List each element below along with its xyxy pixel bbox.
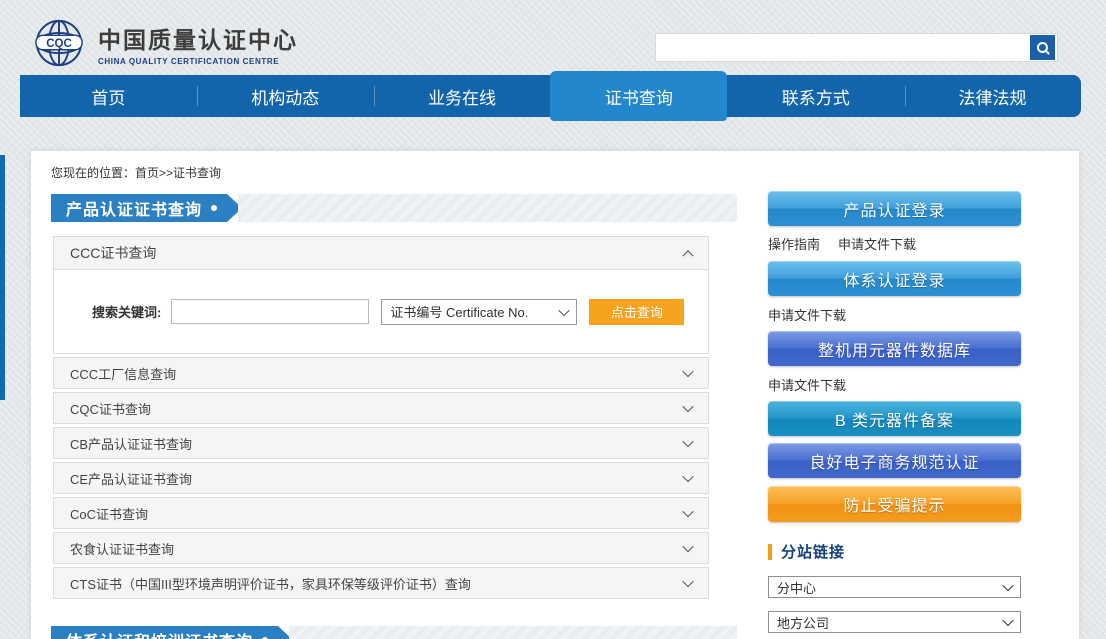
breadcrumb-home-link[interactable]: 首页 <box>135 166 159 180</box>
search-input[interactable] <box>656 34 1030 61</box>
product-query-title: 产品认证证书查询 <box>66 196 202 220</box>
chevron-down-icon <box>682 471 693 482</box>
certificate-query-accordion: CCC证书查询 搜索关键词: 证书编号 Certificate No. 点击查询… <box>53 236 709 599</box>
accordion-label: CCC工厂信息查询 <box>70 364 176 383</box>
certificate-field-select[interactable]: 证书编号 Certificate No. <box>381 299 577 325</box>
accordion-item-cb[interactable]: CB产品认证证书查询 <box>53 427 709 459</box>
site-logo[interactable]: CQC 中国质量认证中心 CHINA QUALITY CERTIFICATION… <box>30 18 298 68</box>
chevron-down-icon <box>682 436 693 447</box>
nav-divider <box>905 86 906 106</box>
product-query-title-tag: 产品认证证书查询 <box>51 194 227 222</box>
accordion-label: CQC证书查询 <box>70 399 151 418</box>
download-files-link[interactable]: 申请文件下载 <box>768 305 846 324</box>
accordion-label: CTS证书（中国III型环境声明评价证书，家具环保等级评价证书）查询 <box>70 574 471 593</box>
search-icon <box>1036 41 1049 54</box>
banner-dot-icon <box>211 205 217 211</box>
orange-bar-icon <box>768 544 772 560</box>
accordion-item-cqc[interactable]: CQC证书查询 <box>53 392 709 424</box>
local-company-value: 地方公司 <box>777 613 829 632</box>
branch-center-select[interactable]: 分中心 <box>768 576 1021 598</box>
site-title-en: CHINA QUALITY CERTIFICATION CENTRE <box>98 57 298 66</box>
operation-guide-link[interactable]: 操作指南 <box>768 234 820 253</box>
breadcrumb: 您现在的位置：首页>>证书查询 <box>51 164 221 181</box>
main-nav: 首页 机构动态 业务在线 证书查询 联系方式 法律法规 <box>20 75 1081 117</box>
certificate-field-value: 证书编号 Certificate No. <box>390 302 528 321</box>
banner-stripe <box>238 194 737 222</box>
system-query-title-tag: 体系认证和培训证书查询 <box>51 626 278 639</box>
keyword-label: 搜索关键词: <box>92 302 161 321</box>
components-database-button[interactable]: 整机用元器件数据库 <box>768 331 1021 366</box>
accordion-item-ccc-expanded[interactable]: CCC证书查询 <box>53 236 709 270</box>
ccc-search-form: 搜索关键词: 证书编号 Certificate No. 点击查询 <box>53 270 709 354</box>
accordion-label: CCC证书查询 <box>70 243 156 263</box>
nav-item-home[interactable]: 首页 <box>20 75 197 117</box>
local-company-select[interactable]: 地方公司 <box>768 611 1021 633</box>
product-login-button[interactable]: 产品认证登录 <box>768 191 1021 226</box>
nav-divider <box>197 86 198 106</box>
keyword-input[interactable] <box>171 299 369 324</box>
accordion-item-ccc-factory[interactable]: CCC工厂信息查询 <box>53 357 709 389</box>
download-files-link[interactable]: 申请文件下载 <box>838 234 916 253</box>
left-accent-strip <box>0 155 5 400</box>
fraud-alert-button[interactable]: 防止受骗提示 <box>768 486 1021 522</box>
accordion-label: CoC证书查询 <box>70 504 148 523</box>
nav-divider <box>374 86 375 106</box>
system-query-title: 体系认证和培训证书查询 <box>66 628 253 639</box>
breadcrumb-prefix: 您现在的位置： <box>51 166 135 180</box>
header-search <box>655 33 1058 62</box>
class-b-components-button[interactable]: B 类元器件备案 <box>768 401 1021 436</box>
accordion-item-ce[interactable]: CE产品认证证书查询 <box>53 462 709 494</box>
nav-item-contact[interactable]: 联系方式 <box>727 75 904 117</box>
system-query-banner: 体系认证和培训证书查询 <box>51 626 737 639</box>
chevron-down-icon <box>682 541 693 552</box>
content-panel: 您现在的位置：首页>>证书查询 产品认证证书查询 CCC证书查询 搜索关键词: … <box>30 150 1080 639</box>
sidebar: 产品认证登录 操作指南 申请文件下载 体系认证登录 申请文件下载 整机用元器件数… <box>768 191 1021 639</box>
chevron-down-icon <box>559 304 570 315</box>
accordion-item-cts[interactable]: CTS证书（中国III型环境声明评价证书，家具环保等级评价证书）查询 <box>53 567 709 599</box>
site-title-cn: 中国质量认证中心 <box>98 21 298 55</box>
nav-item-laws[interactable]: 法律法规 <box>904 75 1081 117</box>
banner-stripe <box>289 626 737 639</box>
chevron-down-icon <box>682 401 693 412</box>
chevron-down-icon <box>1002 580 1013 591</box>
accordion-label: 农食认证证书查询 <box>70 539 174 558</box>
nav-item-certificate-query[interactable]: 证书查询 <box>550 71 727 121</box>
branch-links-heading: 分站链接 <box>768 541 1021 562</box>
chevron-down-icon <box>682 506 693 517</box>
branch-center-value: 分中心 <box>777 578 816 597</box>
query-button[interactable]: 点击查询 <box>589 299 684 325</box>
nav-item-news[interactable]: 机构动态 <box>197 75 374 117</box>
accordion-item-agrifood[interactable]: 农食认证证书查询 <box>53 532 709 564</box>
accordion-label: CE产品认证证书查询 <box>70 469 192 488</box>
chevron-up-icon <box>682 250 693 261</box>
svg-text:CQC: CQC <box>46 38 72 50</box>
chevron-down-icon <box>1002 615 1013 626</box>
accordion-item-coc[interactable]: CoC证书查询 <box>53 497 709 529</box>
accordion-label: CB产品认证证书查询 <box>70 434 192 453</box>
cqc-globe-logo-icon: CQC <box>30 18 88 68</box>
download-files-link[interactable]: 申请文件下载 <box>768 375 846 394</box>
breadcrumb-separator: >> <box>159 166 173 180</box>
product-query-banner: 产品认证证书查询 <box>51 194 737 222</box>
chevron-down-icon <box>682 576 693 587</box>
search-button[interactable] <box>1030 35 1055 60</box>
breadcrumb-current: 证书查询 <box>173 166 221 180</box>
nav-item-business-online[interactable]: 业务在线 <box>374 75 551 117</box>
branch-links-title: 分站链接 <box>781 541 845 562</box>
ecommerce-certification-button[interactable]: 良好电子商务规范认证 <box>768 443 1021 478</box>
system-login-button[interactable]: 体系认证登录 <box>768 261 1021 296</box>
chevron-down-icon <box>682 366 693 377</box>
